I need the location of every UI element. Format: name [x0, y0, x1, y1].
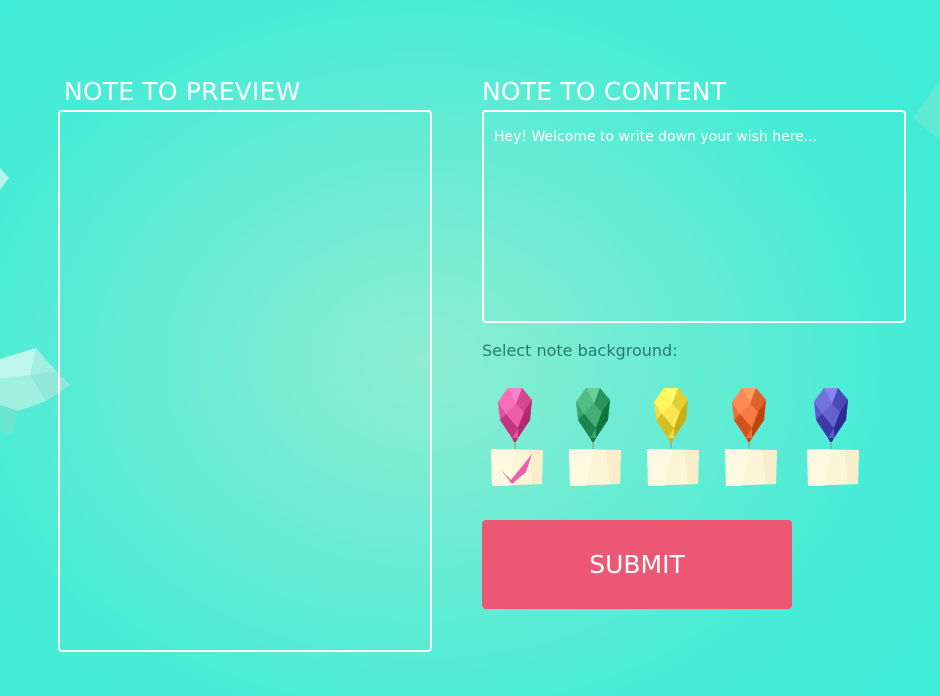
background-selector	[488, 384, 868, 492]
background-option-orange[interactable]	[722, 384, 782, 490]
note-paper-icon	[725, 449, 777, 486]
select-background-label: Select note background:	[482, 341, 678, 360]
balloon-icon	[732, 388, 766, 442]
preview-title: NOTE TO PREVIEW	[64, 77, 301, 106]
balloon-icon	[654, 388, 688, 442]
note-paper-icon	[807, 449, 859, 486]
background-option-blue[interactable]	[804, 384, 864, 490]
note-preview-area	[58, 110, 432, 652]
content-title: NOTE TO CONTENT	[482, 77, 727, 106]
note-paper-icon	[569, 449, 621, 486]
note-paper-icon	[647, 449, 699, 486]
note-paper-icon	[491, 449, 543, 486]
balloon-icon	[814, 388, 848, 442]
note-content-input[interactable]	[482, 110, 906, 323]
polygon-decoration-right	[913, 80, 940, 140]
polygon-decoration-left-top	[0, 168, 9, 190]
background-option-yellow[interactable]	[644, 384, 704, 490]
submit-button[interactable]: SUBMIT	[482, 520, 792, 609]
balloon-icon	[498, 388, 532, 442]
balloon-icon	[576, 388, 610, 442]
background-option-green[interactable]	[566, 384, 626, 490]
background-option-pink[interactable]	[488, 384, 548, 490]
